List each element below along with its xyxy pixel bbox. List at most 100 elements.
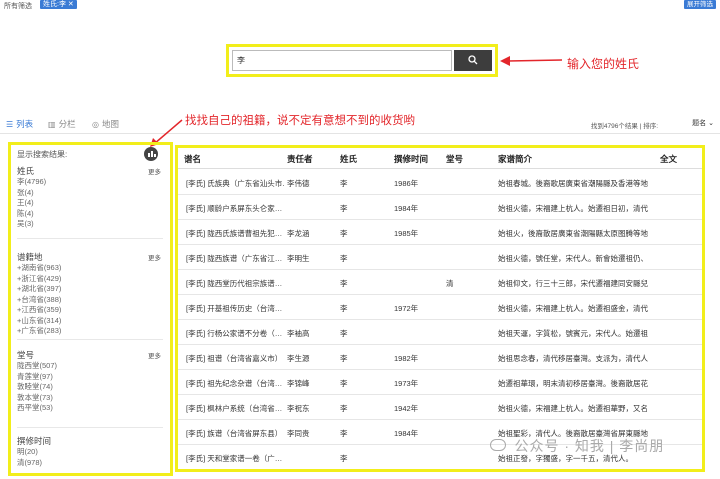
row-title[interactable]: [李氏] 枫林户系统（台湾省… bbox=[186, 403, 284, 414]
row-surname: 李 bbox=[340, 404, 348, 413]
table-row[interactable]: [李氏] 陇西堂历代祖宗族谱… 李 清 始祖仰文，行三十三郎，宋代遷福建同安縣兒… bbox=[178, 270, 702, 295]
row-responsible: 李龙涵 bbox=[287, 229, 310, 238]
facet-item[interactable]: +江西省(359) bbox=[17, 305, 167, 316]
surname-filter-tag[interactable]: 姓氏:李 ✕ bbox=[40, 0, 77, 9]
table-row[interactable]: [李氏] 陇西氏族谱曹祖先犯… 李龙涵 李 1985年 始祖火，後裔散居廣東省潮陽縣太原… bbox=[178, 220, 702, 245]
sort-label: 排序: bbox=[643, 123, 658, 130]
row-surname: 李 bbox=[340, 429, 348, 438]
facet-item[interactable]: 张(4) bbox=[17, 188, 167, 199]
bar-chart-icon[interactable] bbox=[144, 147, 158, 161]
row-intro: 始祖仰文，行三十三郎，宋代遷福建同安縣兒… bbox=[498, 279, 648, 288]
facet-title: 堂号 bbox=[17, 350, 35, 360]
globe-icon: ◎ bbox=[92, 119, 99, 129]
facet-more-link[interactable]: 更多 bbox=[148, 252, 161, 262]
facet-item[interactable]: +山东省(314) bbox=[17, 316, 167, 327]
view-list-tab[interactable]: ☰ 列表 bbox=[6, 118, 33, 130]
facet-item[interactable]: 青莲堂(97) bbox=[17, 372, 167, 383]
row-title[interactable]: [李氏] 祖先纪念杂谱（台湾… bbox=[186, 378, 284, 389]
table-row[interactable]: [李氏] 顺龄户系屏东头仑家… 李 1984年 始祖火德，宋福建上杭人。始遷祖日初，清… bbox=[178, 195, 702, 220]
facet-item[interactable]: +台湾省(388) bbox=[17, 295, 167, 306]
row-title[interactable]: [李氏] 祖谱（台湾省嘉义市） bbox=[186, 353, 284, 364]
facet-group-origin: 谱籍地 更多 +湖南省(963) +浙江省(429) +湖北省(397) +台湾… bbox=[17, 251, 167, 337]
row-surname: 李 bbox=[340, 304, 348, 313]
row-title[interactable]: [李氏] 氏族典（广东省汕头市… bbox=[186, 178, 284, 189]
facet-item[interactable]: +浙江省(429) bbox=[17, 274, 167, 285]
column-header-title[interactable]: 谱名 bbox=[184, 153, 201, 165]
list-icon: ☰ bbox=[6, 119, 14, 129]
facet-title: 姓氏 bbox=[17, 166, 35, 176]
row-surname: 李 bbox=[340, 179, 348, 188]
row-title[interactable]: [李氏] 族谱（台湾省屏东县） bbox=[186, 428, 284, 439]
row-responsible: 李同贵 bbox=[287, 429, 310, 438]
row-responsible: 李锦峰 bbox=[287, 379, 310, 388]
view-list-label: 列表 bbox=[16, 119, 34, 129]
row-title[interactable]: [李氏] 开基祖传历史（台湾… bbox=[186, 303, 284, 314]
table-row[interactable]: [李氏] 行杨公家谱不分卷（… 李袖高 李 始祖天運，字質松，號賓元，宋代人。始遷祖… bbox=[178, 320, 702, 345]
facet-item[interactable]: 陇西堂(507) bbox=[17, 361, 167, 372]
result-count-text: 找到4796个结果 bbox=[590, 123, 638, 130]
row-title[interactable]: [李氏] 行杨公家谱不分卷（… bbox=[186, 328, 284, 339]
row-responsible: 李伟德 bbox=[287, 179, 310, 188]
row-intro: 始祖火德，宋福建上杭人。始遷祖日初，清代… bbox=[498, 204, 648, 213]
row-intro: 始祖火，後裔散居廣東省潮陽縣太原图腾等地。 bbox=[498, 229, 648, 238]
facet-group-hall: 堂号 更多 陇西堂(507) 青莲堂(97) 敦睦堂(74) 敦本堂(73) 西… bbox=[17, 349, 167, 414]
column-header-fulltext[interactable]: 全文 bbox=[660, 153, 677, 165]
row-compiled-time: 1985年 bbox=[394, 229, 419, 238]
row-compiled-time: 1973年 bbox=[394, 379, 419, 388]
chevron-down-icon: ⌄ bbox=[708, 120, 714, 127]
facet-more-link[interactable]: 更多 bbox=[148, 350, 161, 360]
row-surname: 李 bbox=[340, 229, 348, 238]
sort-select[interactable]: 题名 ⌄ bbox=[692, 118, 714, 128]
row-compiled-time: 1972年 bbox=[394, 304, 419, 313]
row-title[interactable]: [李氏] 陇西堂历代祖宗族谱… bbox=[186, 278, 284, 289]
search-icon bbox=[468, 55, 478, 65]
column-header-compiled-time[interactable]: 撰修时间 bbox=[394, 153, 428, 165]
facet-item[interactable]: 吴(3) bbox=[17, 219, 167, 230]
facet-item[interactable]: 敦睦堂(74) bbox=[17, 382, 167, 393]
column-header-surname[interactable]: 姓氏 bbox=[340, 153, 357, 165]
row-title[interactable]: [李氏] 顺龄户系屏东头仑家… bbox=[186, 203, 284, 214]
expand-filter-button[interactable]: 展开筛选 bbox=[684, 0, 716, 9]
table-row[interactable]: [李氏] 祖谱（台湾省嘉义市） 李生源 李 1982年 始祖思念春，清代移居臺灣。支派为… bbox=[178, 345, 702, 370]
facet-title: 撰修时间 bbox=[17, 436, 52, 446]
facet-item[interactable]: +湖北省(397) bbox=[17, 284, 167, 295]
facet-group-compiled-time: 撰修时间 明(20) 清(978) bbox=[17, 435, 167, 468]
divider bbox=[17, 339, 163, 340]
row-title[interactable]: [李氏] 天和堂家谱一卷（广… bbox=[186, 453, 284, 464]
facet-more-link[interactable]: 更多 bbox=[148, 166, 161, 176]
column-header-responsible[interactable]: 责任者 bbox=[287, 153, 313, 165]
row-intro: 始祖天運，字質松，號賓元，宋代人。始遷祖… bbox=[498, 329, 648, 338]
row-intro: 始祖火德，宋福建上杭人。始遷祖華野，又名… bbox=[498, 404, 648, 413]
facet-group-surname: 姓氏 更多 李(4796) 张(4) 王(4) 陈(4) 吴(3) bbox=[17, 165, 167, 230]
surname-search-input[interactable] bbox=[232, 50, 452, 71]
row-intro: 始祖春城。後裔歌居廣東省潮陽縣及香港等地。 bbox=[498, 179, 648, 188]
row-hall-name: 清 bbox=[446, 279, 454, 288]
facet-item[interactable]: 清(978) bbox=[17, 458, 167, 469]
row-surname: 李 bbox=[340, 454, 348, 463]
search-button[interactable] bbox=[454, 50, 492, 71]
result-count: 找到4796个结果 | 排序: bbox=[590, 123, 658, 130]
row-intro: 始祖火德，宋福建上杭人。始遷祖盛金，清代… bbox=[498, 304, 648, 313]
table-row[interactable]: [李氏] 祖先纪念杂谱（台湾… 李锦峰 李 1973年 始遷祖華環，明末清初移居臺灣。後… bbox=[178, 370, 702, 395]
facet-item[interactable]: 西平堂(53) bbox=[17, 403, 167, 414]
column-header-hall-name[interactable]: 堂号 bbox=[446, 153, 463, 165]
facet-item[interactable]: +湖南省(963) bbox=[17, 263, 167, 274]
row-compiled-time: 1986年 bbox=[394, 179, 419, 188]
table-row[interactable]: [李氏] 陇西族谱（广东省江… 李明生 李 始祖火德，號任堂，宋代人。新會始遷祖仍、倪… bbox=[178, 245, 702, 270]
row-intro: 始祖火德，號任堂，宋代人。新會始遷祖仍、倪… bbox=[498, 254, 648, 263]
facet-item[interactable]: 明(20) bbox=[17, 447, 167, 458]
view-map-tab[interactable]: ◎ 地图 bbox=[92, 118, 119, 130]
row-title[interactable]: [李氏] 陇西族谱（广东省江… bbox=[186, 253, 284, 264]
table-row[interactable]: [李氏] 开基祖传历史（台湾… 李 1972年 始祖火德，宋福建上杭人。始遷祖盛金，清… bbox=[178, 295, 702, 320]
table-row[interactable]: [李氏] 枫林户系统（台湾省… 李祝东 李 1942年 始祖火德，宋福建上杭人。始遷祖華… bbox=[178, 395, 702, 420]
facet-item[interactable]: +广东省(283) bbox=[17, 326, 167, 337]
facet-item[interactable]: 敦本堂(73) bbox=[17, 393, 167, 404]
view-columns-tab[interactable]: ▥ 分栏 bbox=[48, 118, 76, 130]
column-header-intro[interactable]: 家谱简介 bbox=[498, 153, 532, 165]
divider bbox=[17, 427, 163, 428]
table-row[interactable]: [李氏] 氏族典（广东省汕头市… 李伟德 李 1986年 始祖春城。後裔歌居廣東省潮陽縣… bbox=[178, 170, 702, 195]
row-title[interactable]: [李氏] 陇西氏族谱曹祖先犯… bbox=[186, 228, 284, 239]
facet-item[interactable]: 陈(4) bbox=[17, 209, 167, 220]
facet-item[interactable]: 王(4) bbox=[17, 198, 167, 209]
facet-item[interactable]: 李(4796) bbox=[17, 177, 167, 188]
